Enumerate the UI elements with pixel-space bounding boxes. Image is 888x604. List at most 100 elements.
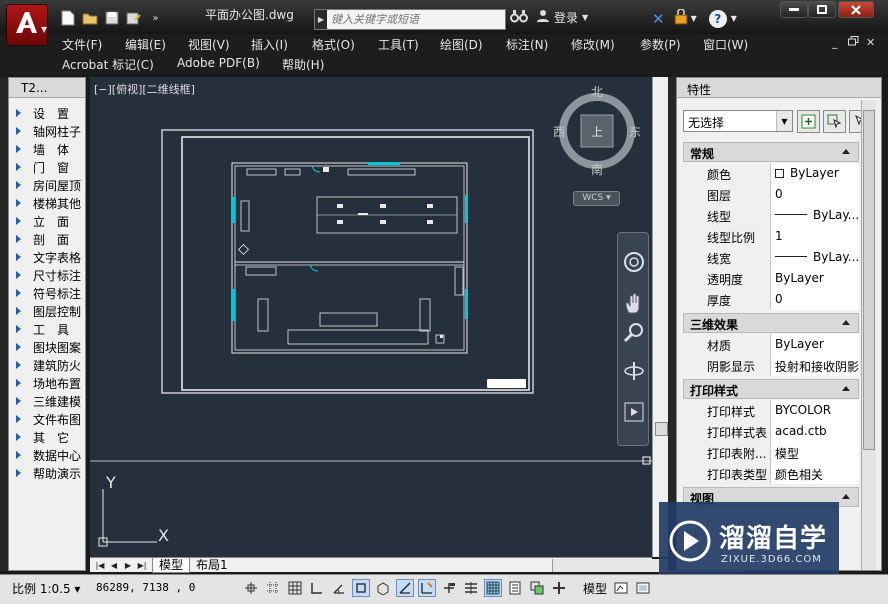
property-section-header[interactable]: 三维效果 (683, 313, 859, 333)
wcs-menu[interactable]: WCS ▾ (573, 191, 620, 206)
model-space-label[interactable]: 模型 (583, 580, 607, 597)
subscription-icon[interactable] (673, 8, 689, 28)
compass-south[interactable]: 南 (591, 161, 603, 178)
coordinates-readout[interactable]: 86289, 7138 , 0 (96, 581, 195, 594)
menu-window[interactable]: 窗口(W) (703, 36, 748, 53)
tab-first-icon[interactable]: |◀ (94, 559, 106, 571)
save-icon[interactable] (102, 9, 121, 27)
property-row[interactable]: 打印样式表 acad.ctb (683, 421, 859, 442)
property-row[interactable]: 颜色 ByLayer (683, 163, 859, 184)
exchange-icon[interactable]: ✕ (652, 10, 665, 28)
palette-item[interactable]: 设 置 (9, 104, 86, 122)
maximize-button[interactable] (808, 1, 836, 18)
annotation-monitor-icon[interactable] (550, 579, 568, 597)
dynamic-ucs-icon[interactable] (418, 579, 436, 597)
menu-tools[interactable]: 工具(T) (378, 36, 419, 53)
menu-format[interactable]: 格式(O) (312, 36, 355, 53)
properties-palette-grip[interactable] (668, 77, 676, 571)
palette-item[interactable]: 建筑防火 (9, 356, 86, 374)
collapse-arrow-icon[interactable] (842, 386, 850, 391)
selection-dropdown[interactable]: 无选择 ▼ (683, 110, 793, 132)
property-row[interactable]: 厚度 0 (683, 289, 859, 310)
close-button[interactable] (838, 1, 874, 18)
menu-insert[interactable]: 插入(I) (251, 36, 288, 53)
property-value-cell[interactable]: ByLayer (771, 334, 859, 355)
doc-restore-icon[interactable] (848, 36, 859, 49)
property-value-cell[interactable]: ByLay... (771, 205, 859, 226)
compass-west[interactable]: 西 (553, 123, 565, 140)
palette-item[interactable]: 符号标注 (9, 284, 86, 302)
selection-dropdown-icon[interactable]: ▼ (776, 111, 792, 131)
compass-east[interactable]: 东 (629, 123, 641, 140)
palette-item[interactable]: 工 具 (9, 320, 86, 338)
grid-display-icon[interactable] (286, 579, 304, 597)
infer-constraints-icon[interactable] (242, 579, 260, 597)
3d-object-snap-icon[interactable] (374, 579, 392, 597)
help-icon[interactable]: ? (708, 9, 727, 28)
login-dropdown-icon[interactable]: ▼ (582, 13, 588, 22)
new-file-icon[interactable] (58, 9, 77, 27)
property-value-cell[interactable]: 1 (771, 226, 859, 247)
palette-item[interactable]: 尺寸标注 (9, 266, 86, 284)
menu-modify[interactable]: 修改(M) (571, 36, 615, 53)
compass-north[interactable]: 北 (591, 83, 603, 100)
menu-edit[interactable]: 编辑(E) (125, 36, 166, 53)
properties-scrollbar[interactable] (861, 100, 876, 570)
menu-help[interactable]: 帮助(H) (282, 56, 324, 73)
collapse-arrow-icon[interactable] (842, 149, 850, 154)
selection-cycling-icon[interactable] (528, 579, 546, 597)
quick-properties-icon[interactable] (506, 579, 524, 597)
property-value-cell[interactable]: ByLayer (771, 163, 859, 184)
help-dropdown-icon[interactable]: ▼ (731, 14, 737, 23)
palette-item[interactable]: 墙 体 (9, 140, 86, 158)
property-row[interactable]: 透明度 ByLayer (683, 268, 859, 289)
property-row[interactable]: 打印表附... 模型 (683, 442, 859, 463)
menu-parametric[interactable]: 参数(P) (640, 36, 681, 53)
showmotion-icon[interactable] (621, 399, 647, 425)
property-value-cell[interactable]: ByLay... (771, 247, 859, 268)
search-input[interactable] (327, 10, 497, 29)
subscription-dropdown-icon[interactable]: ▼ (691, 14, 697, 23)
menu-acrobat[interactable]: Acrobat 标记(C) (62, 56, 154, 73)
object-snap-tracking-icon[interactable] (396, 579, 414, 597)
dynamic-input-icon[interactable] (440, 579, 458, 597)
transparency-icon[interactable] (484, 579, 502, 597)
property-row[interactable]: 阴影显示 投射和接收阴影 (683, 355, 859, 376)
palette-item[interactable]: 房间屋顶 (9, 176, 86, 194)
menu-draw[interactable]: 绘图(D) (440, 36, 483, 53)
property-value-cell[interactable]: 颜色相关 (771, 463, 859, 484)
steering-wheel-icon[interactable] (621, 249, 647, 275)
property-row[interactable]: 材质 ByLayer (683, 334, 859, 355)
property-row[interactable]: 线宽 ByLay... (683, 247, 859, 268)
property-value-cell[interactable]: acad.ctb (771, 421, 859, 442)
palette-item[interactable]: 剖 面 (9, 230, 86, 248)
palette-item[interactable]: 文字表格 (9, 248, 86, 266)
viewcube[interactable]: 北 南 东 西 上 (553, 85, 641, 177)
palette-item[interactable]: 文件布图 (9, 410, 86, 428)
search-expand-icon[interactable]: ▶ (315, 10, 327, 29)
menu-file[interactable]: 文件(F) (62, 36, 102, 53)
pan-icon[interactable] (621, 291, 647, 317)
property-section-header[interactable]: 打印样式 (683, 379, 859, 399)
palette-item[interactable]: 帮助演示 (9, 464, 86, 482)
property-value-cell[interactable]: BYCOLOR (771, 400, 859, 421)
property-value-cell[interactable]: ByLayer (771, 268, 859, 289)
quick-view-drawings-icon[interactable] (634, 579, 652, 597)
left-palette-grip[interactable] (0, 77, 8, 571)
tab-layout1[interactable]: 布局1 (190, 558, 234, 573)
minimize-button[interactable] (780, 1, 808, 18)
object-snap-icon[interactable] (352, 579, 370, 597)
tab-last-icon[interactable]: ▶| (136, 559, 148, 571)
open-folder-icon[interactable] (80, 9, 99, 27)
orbit-icon[interactable] (621, 358, 647, 384)
drawing-canvas[interactable]: [−][俯视][二维线框] Y X 北 南 东 西 上 WCS ▾ (90, 77, 652, 557)
palette-item[interactable]: 三维建模 (9, 392, 86, 410)
toggle-pickadd-icon[interactable] (797, 110, 820, 133)
vertical-scroll-thumb[interactable] (655, 422, 668, 436)
snap-mode-icon[interactable] (264, 579, 282, 597)
doc-close-icon[interactable]: ✕ (866, 36, 875, 49)
collapse-arrow-icon[interactable] (842, 494, 850, 499)
scale-selector[interactable]: 比例 1:0.5 ▾ (12, 580, 80, 597)
application-menu-button[interactable]: ▼ (6, 4, 48, 46)
collapse-arrow-icon[interactable] (842, 320, 850, 325)
